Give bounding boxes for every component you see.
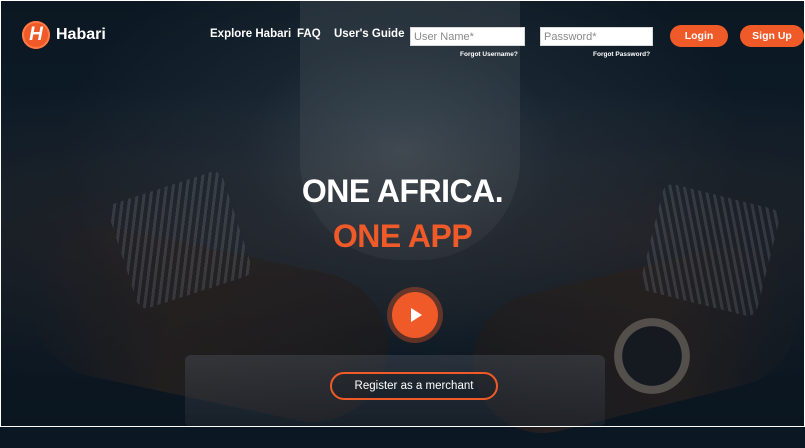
hero-subline: ONE APP [332, 218, 473, 254]
nav-faq[interactable]: FAQ [297, 28, 321, 40]
play-button-circle [392, 292, 438, 338]
play-icon [411, 308, 422, 322]
hero-headline: ONE AFRICA. [301, 173, 504, 209]
register-merchant-button[interactable]: Register as a merchant [330, 372, 498, 400]
brand-name: Habari [56, 26, 106, 43]
username-input[interactable] [410, 27, 525, 46]
sign-up-button[interactable]: Sign Up [740, 25, 804, 47]
play-video-button[interactable] [387, 287, 443, 343]
nav-explore-habari[interactable]: Explore Habari [210, 28, 291, 40]
forgot-password-link[interactable]: Forgot Password? [593, 51, 650, 58]
password-input[interactable] [540, 27, 653, 46]
forgot-username-link[interactable]: Forgot Username? [460, 51, 518, 58]
logo-icon: H [22, 21, 50, 49]
hero-overlay [0, 0, 805, 427]
login-button[interactable]: Login [670, 25, 728, 47]
nav-users-guide[interactable]: User's Guide [334, 28, 404, 40]
brand-logo[interactable]: H Habari [22, 21, 106, 49]
